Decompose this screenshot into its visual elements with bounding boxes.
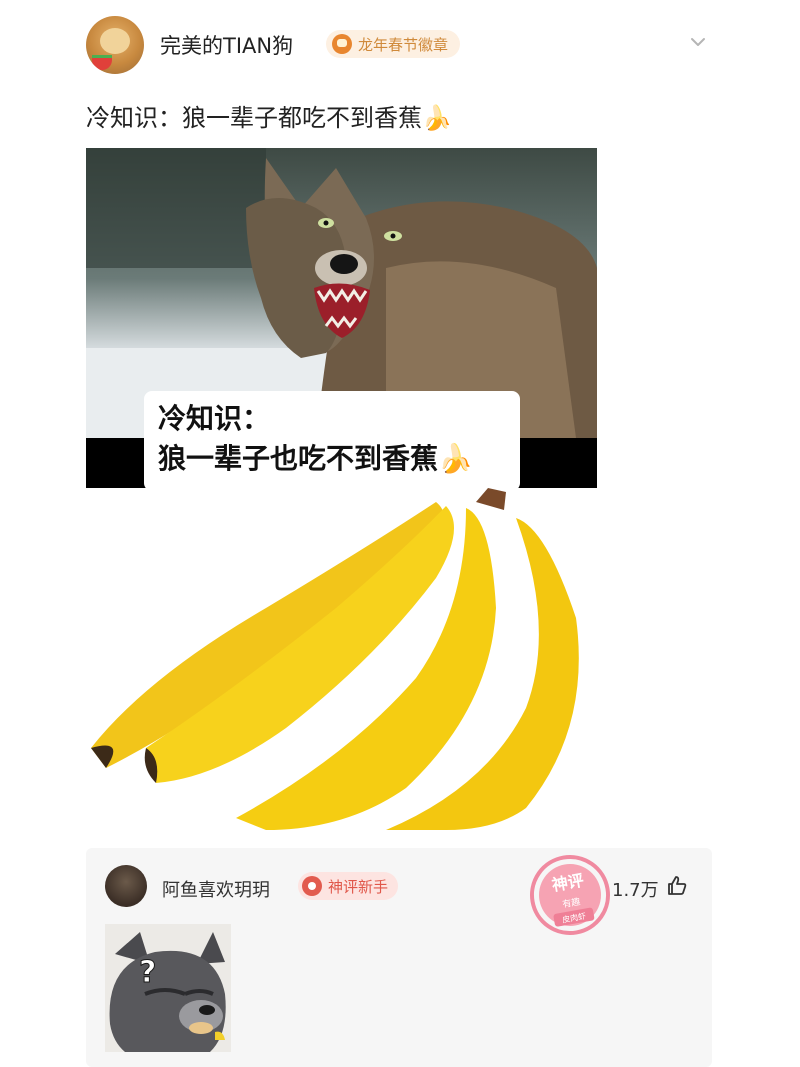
author-badge-label: 龙年春节徽章 [358,35,449,54]
banana-photo [86,488,597,830]
svg-text:?: ? [139,955,156,990]
god-comment-icon [302,876,322,896]
post-text: 冷知识：狼一辈子都吃不到香蕉🍌 [86,104,452,132]
chevron-down-icon[interactable] [690,34,706,50]
banana-illustration [91,488,579,830]
author-name[interactable]: 完美的TIAN狗 [160,30,293,60]
confused-wolf-sticker: ? [105,924,231,1052]
tiger-icon [332,34,352,54]
like-count: 1.7万 [612,880,659,901]
commenter-badge[interactable]: 神评新手 [298,872,399,900]
commenter-name[interactable]: 阿鱼喜欢玥玥 [162,876,270,902]
commenter-avatar[interactable] [105,865,147,907]
god-comment-stamp: 神评 有趣 皮肉虾 [530,855,610,935]
thumbs-up-icon[interactable] [666,874,688,896]
comment-card[interactable]: 阿鱼喜欢玥玥 神评新手 神评 有趣 皮肉虾 1.7万 ? [86,848,712,1067]
avatar-dog-face [100,28,130,54]
avatar-watermelon [92,55,112,70]
author-badge[interactable]: 龙年春节徽章 [326,30,461,58]
commenter-badge-label: 神评新手 [328,877,389,896]
comment-image[interactable]: ? [105,924,231,1052]
meme-caption-line2: 狼一辈子也吃不到香蕉🍌 [158,442,473,475]
meme-caption: 冷知识： 狼一辈子也吃不到香蕉🍌 [144,391,520,491]
author-avatar[interactable] [86,16,144,74]
meme-caption-line1: 冷知识： [158,402,271,435]
post-header: 完美的TIAN狗 龙年春节徽章 [0,0,800,90]
post-image[interactable]: 冷知识： 狼一辈子也吃不到香蕉🍌 [86,148,597,830]
